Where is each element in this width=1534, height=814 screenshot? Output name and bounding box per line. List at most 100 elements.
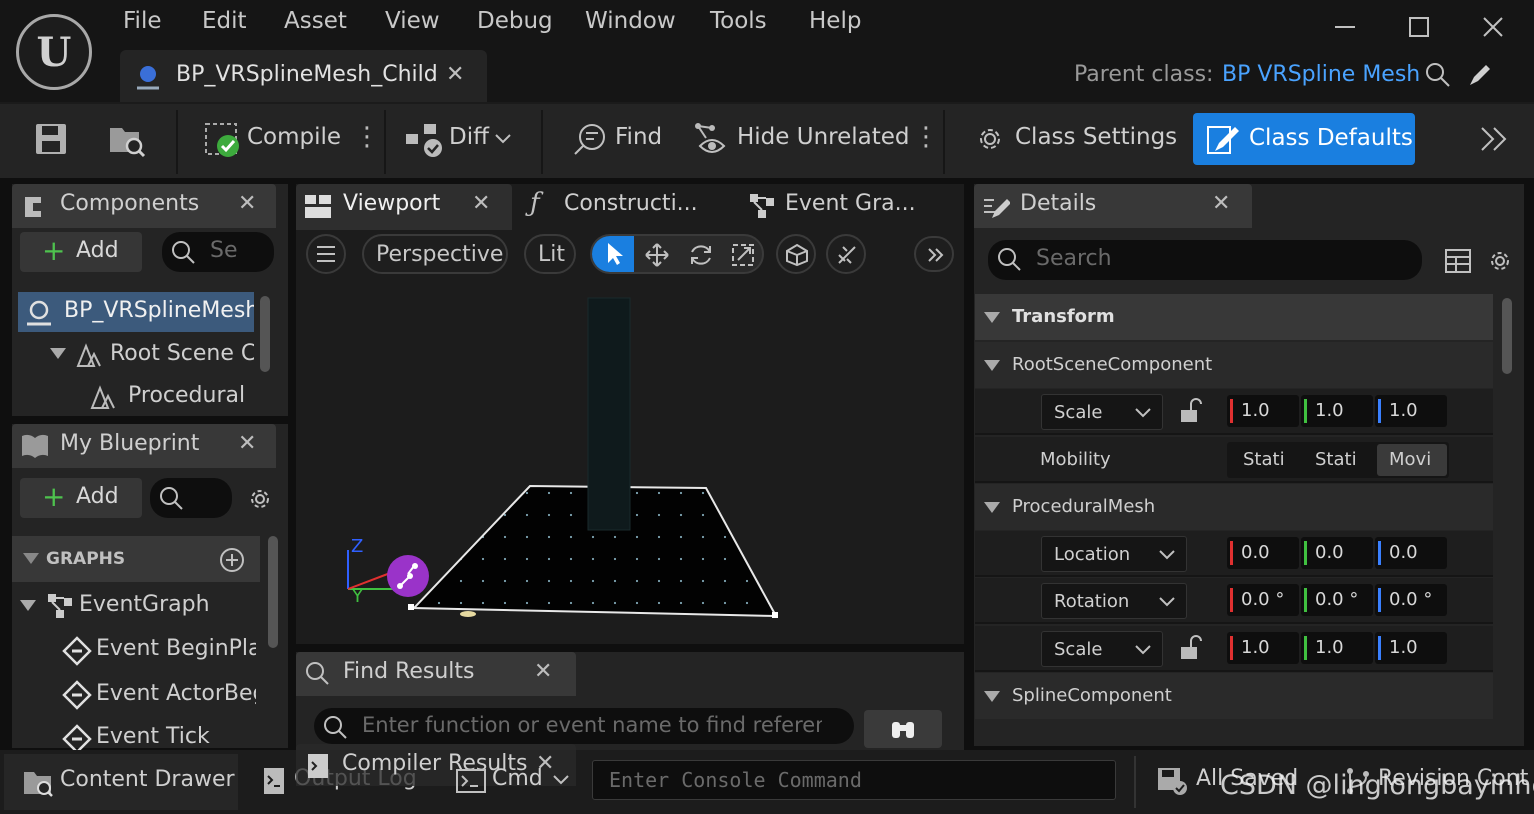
menu-file[interactable]: File <box>123 8 162 34</box>
content-drawer-button[interactable]: Content Drawer <box>4 754 238 810</box>
rotate-tool-icon[interactable] <box>688 242 714 268</box>
asset-tab-close-icon[interactable]: ✕ <box>446 62 464 87</box>
root-scale-z[interactable]: 1.0 <box>1375 395 1447 427</box>
pm-scale-dropdown[interactable]: Scale <box>1041 631 1163 667</box>
menu-edit[interactable]: Edit <box>202 8 247 34</box>
mobility-static[interactable]: Stati <box>1243 449 1285 470</box>
unlock-icon[interactable] <box>1179 635 1203 661</box>
cmd-label[interactable]: Cmd <box>492 766 543 791</box>
components-add-button[interactable]: + Add <box>20 232 142 272</box>
find-in-all-blueprints-button[interactable] <box>864 710 942 748</box>
procedural-mesh-section-header[interactable]: ProceduralMesh <box>975 484 1493 530</box>
scale-tool-icon[interactable] <box>730 242 756 268</box>
minimize-icon[interactable] <box>1332 14 1358 40</box>
perspective-button[interactable]: Perspective <box>362 234 508 274</box>
pm-location-y[interactable]: 0.0 <box>1301 537 1373 569</box>
pm-rotation-x[interactable]: 0.0 ° <box>1227 584 1299 616</box>
components-search-input[interactable]: Se <box>162 232 274 272</box>
expand-arrow-icon[interactable] <box>48 346 68 362</box>
console-icon[interactable] <box>456 768 486 794</box>
save-icon[interactable] <box>34 122 68 156</box>
my-blueprint-scrollbar[interactable] <box>268 536 278 648</box>
root-scale-dropdown[interactable]: Scale <box>1041 394 1163 430</box>
menu-help[interactable]: Help <box>809 8 861 34</box>
mobility-stationary[interactable]: Stati <box>1315 449 1357 470</box>
components-tab[interactable]: Components ✕ <box>12 184 276 228</box>
find-results-tab[interactable]: Find Results ✕ <box>296 652 576 696</box>
my-blueprint-tab[interactable]: My Blueprint ✕ <box>12 424 276 468</box>
event-tick[interactable]: Event Tick <box>96 724 256 750</box>
gear-icon[interactable] <box>972 121 1008 157</box>
menu-debug[interactable]: Debug <box>477 8 553 34</box>
my-blueprint-search-input[interactable] <box>150 478 232 518</box>
menu-asset[interactable]: Asset <box>284 8 347 34</box>
save-all-icon[interactable] <box>1156 766 1188 796</box>
pm-scale-z[interactable]: 1.0 <box>1375 632 1447 664</box>
pm-rotation-y[interactable]: 0.0 ° <box>1301 584 1373 616</box>
find-icon[interactable] <box>572 121 608 157</box>
gear-icon[interactable] <box>1486 247 1514 275</box>
toolbar-overflow-icon[interactable] <box>1478 124 1510 154</box>
table-view-icon[interactable] <box>1444 248 1472 274</box>
pm-rotation-dropdown[interactable]: Rotation <box>1041 583 1187 619</box>
diff-label[interactable]: Diff <box>449 124 489 150</box>
root-scene-section-header[interactable]: RootSceneComponent <box>975 342 1493 388</box>
pm-scale-y[interactable]: 1.0 <box>1301 632 1373 664</box>
compile-options-icon[interactable]: ⋮ <box>354 122 380 152</box>
unlock-icon[interactable] <box>1179 398 1203 424</box>
world-local-button[interactable] <box>776 234 816 274</box>
details-scrollbar[interactable] <box>1502 298 1512 374</box>
hide-unrelated-icon[interactable] <box>694 122 732 158</box>
menu-view[interactable]: View <box>385 8 440 34</box>
spline-section-header[interactable]: SplineComponent <box>975 673 1493 719</box>
pm-location-z[interactable]: 0.0 <box>1375 537 1447 569</box>
tree-item-root-scene[interactable]: Root Scene Co <box>110 341 254 366</box>
diff-icon[interactable] <box>404 122 444 158</box>
root-scale-x[interactable]: 1.0 <box>1227 395 1299 427</box>
construction-script-tab[interactable]: Constructi... <box>564 191 698 216</box>
browse-icon[interactable] <box>108 122 146 158</box>
event-begin-play[interactable]: Event BeginPla <box>96 636 256 661</box>
event-actor-begin-overlap[interactable]: Event ActorBeg <box>96 681 256 706</box>
pm-rotation-z[interactable]: 0.0 ° <box>1375 584 1447 616</box>
graphs-section-header[interactable]: GRAPHS <box>12 536 260 582</box>
pm-scale-x[interactable]: 1.0 <box>1227 632 1299 664</box>
hide-unrelated-label[interactable]: Hide Unrelated <box>737 124 910 150</box>
add-graph-icon[interactable] <box>218 546 246 574</box>
move-tool-icon[interactable] <box>644 242 670 268</box>
pm-location-x[interactable]: 0.0 <box>1227 537 1299 569</box>
parent-class-link[interactable]: BP VRSpline Mesh <box>1222 62 1420 87</box>
viewport-overflow-button[interactable] <box>914 236 954 272</box>
menu-tools[interactable]: Tools <box>710 8 767 34</box>
tree-item-event-graph[interactable]: EventGraph <box>79 592 259 617</box>
compile-label[interactable]: Compile <box>247 124 341 150</box>
close-icon[interactable] <box>1480 14 1506 40</box>
find-results-close-icon[interactable]: ✕ <box>534 659 552 684</box>
surface-snapping-button[interactable] <box>826 234 866 274</box>
my-blueprint-add-button[interactable]: + Add <box>20 478 142 518</box>
chevron-down-icon[interactable] <box>494 132 512 146</box>
search-icon[interactable] <box>1424 61 1452 89</box>
menu-window[interactable]: Window <box>585 8 676 34</box>
class-settings-label[interactable]: Class Settings <box>1015 124 1177 150</box>
hide-unrelated-options-icon[interactable]: ⋮ <box>913 122 939 152</box>
tree-item-root-actor[interactable]: BP_VRSplineMesh <box>18 292 254 332</box>
gear-icon[interactable] <box>246 485 274 513</box>
components-close-icon[interactable]: ✕ <box>238 191 256 216</box>
mobility-movable[interactable]: Movi <box>1377 444 1447 476</box>
select-tool-button[interactable] <box>592 236 634 272</box>
viewport-tab[interactable]: Viewport ✕ <box>296 184 512 230</box>
viewport-options-button[interactable] <box>306 234 346 274</box>
details-close-icon[interactable]: ✕ <box>1212 191 1230 216</box>
console-command-input[interactable]: Enter Console Command <box>592 760 1116 800</box>
lit-button[interactable]: Lit <box>524 234 576 274</box>
components-scrollbar[interactable] <box>260 296 270 372</box>
root-scale-y[interactable]: 1.0 <box>1301 395 1373 427</box>
transform-section-header[interactable]: Transform <box>975 294 1493 340</box>
find-label[interactable]: Find <box>615 124 662 150</box>
compile-icon[interactable] <box>204 120 242 158</box>
expand-arrow-icon[interactable] <box>18 598 38 614</box>
chevron-down-icon[interactable] <box>552 774 570 786</box>
tree-item-procedural[interactable]: Procedural M <box>128 383 254 408</box>
viewport-close-icon[interactable]: ✕ <box>472 191 490 216</box>
